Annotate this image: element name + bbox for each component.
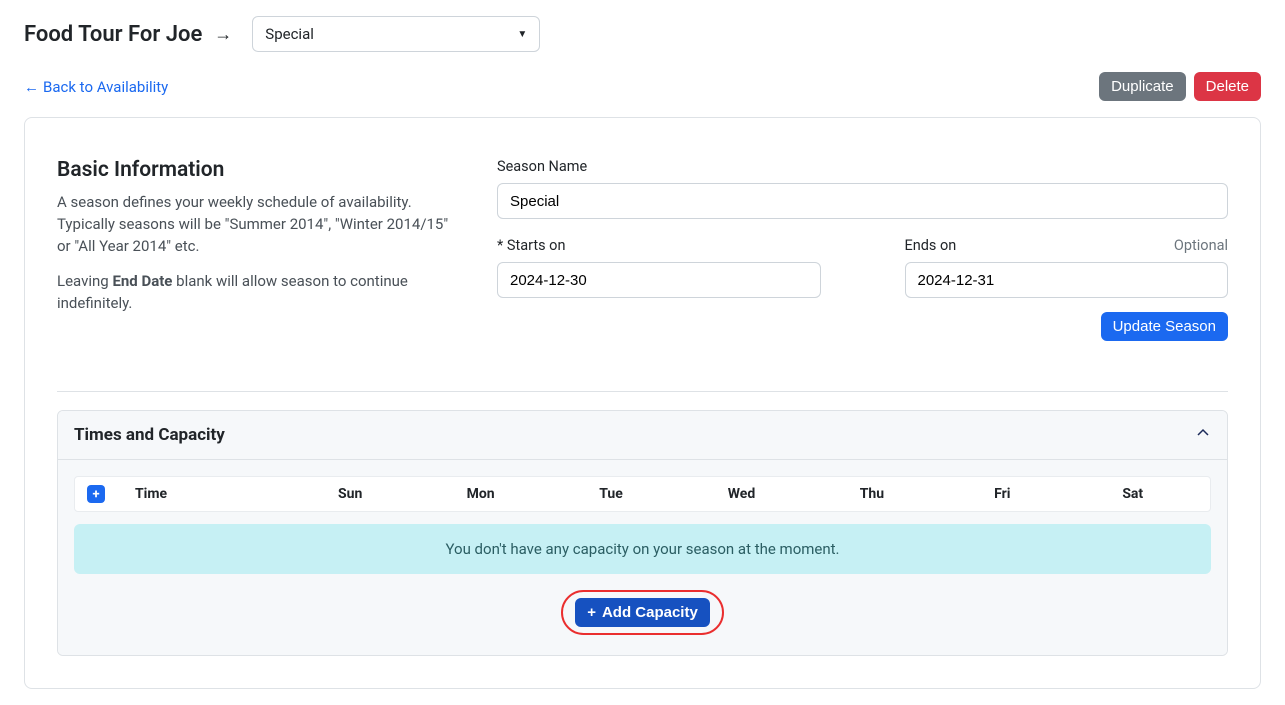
empty-capacity-alert: You don't have any capacity on your seas…	[74, 524, 1211, 574]
arrow-right-icon: →	[214, 24, 232, 45]
add-capacity-button[interactable]: + Add Capacity	[575, 598, 710, 627]
col-fri: Fri	[937, 486, 1067, 502]
desc2-strong: End Date	[112, 272, 172, 290]
season-card: Basic Information A season defines your …	[24, 117, 1261, 689]
page-title-text: Food Tour For Joe	[24, 22, 202, 47]
duplicate-button[interactable]: Duplicate	[1099, 72, 1186, 101]
col-mon: Mon	[415, 486, 545, 502]
chevron-up-icon	[1195, 425, 1211, 445]
times-panel: Times and Capacity + Time Sun Mon Tue We…	[57, 410, 1228, 656]
season-name-label: Season Name	[497, 158, 1228, 175]
desc2-pre: Leaving	[57, 272, 112, 290]
basic-info-desc1: A season defines your weekly schedule of…	[57, 192, 457, 257]
season-name-input[interactable]	[497, 183, 1228, 219]
ends-on-label: Ends on	[905, 237, 957, 254]
plus-icon[interactable]: +	[87, 485, 105, 503]
arrow-left-icon: ←	[24, 78, 39, 96]
add-capacity-label: Add Capacity	[602, 604, 698, 621]
col-time: Time	[135, 486, 285, 502]
update-season-button[interactable]: Update Season	[1101, 312, 1228, 341]
season-select[interactable]: Special ▼	[252, 16, 540, 52]
plus-icon: +	[587, 604, 596, 621]
season-select-value: Special	[265, 25, 314, 43]
basic-info-heading: Basic Information	[57, 158, 457, 182]
ends-on-input[interactable]	[905, 262, 1229, 298]
divider	[57, 391, 1228, 392]
col-tue: Tue	[546, 486, 676, 502]
col-wed: Wed	[676, 486, 806, 502]
starts-on-label: * Starts on	[497, 237, 565, 254]
col-sun: Sun	[285, 486, 415, 502]
add-capacity-highlight: + Add Capacity	[561, 590, 724, 635]
times-heading: Times and Capacity	[74, 425, 225, 445]
caret-down-icon: ▼	[517, 29, 527, 40]
back-to-availability-link[interactable]: ← Back to Availability	[24, 78, 168, 96]
times-table-header: + Time Sun Mon Tue Wed Thu Fri Sat	[74, 476, 1211, 512]
delete-button[interactable]: Delete	[1194, 72, 1261, 101]
page-title: Food Tour For Joe →	[24, 22, 232, 47]
back-link-label: Back to Availability	[43, 78, 168, 96]
col-thu: Thu	[807, 486, 937, 502]
basic-info-desc2: Leaving End Date blank will allow season…	[57, 271, 457, 315]
col-sat: Sat	[1068, 486, 1198, 502]
times-panel-header[interactable]: Times and Capacity	[58, 411, 1227, 460]
ends-on-optional: Optional	[1174, 237, 1228, 254]
starts-on-input[interactable]	[497, 262, 821, 298]
